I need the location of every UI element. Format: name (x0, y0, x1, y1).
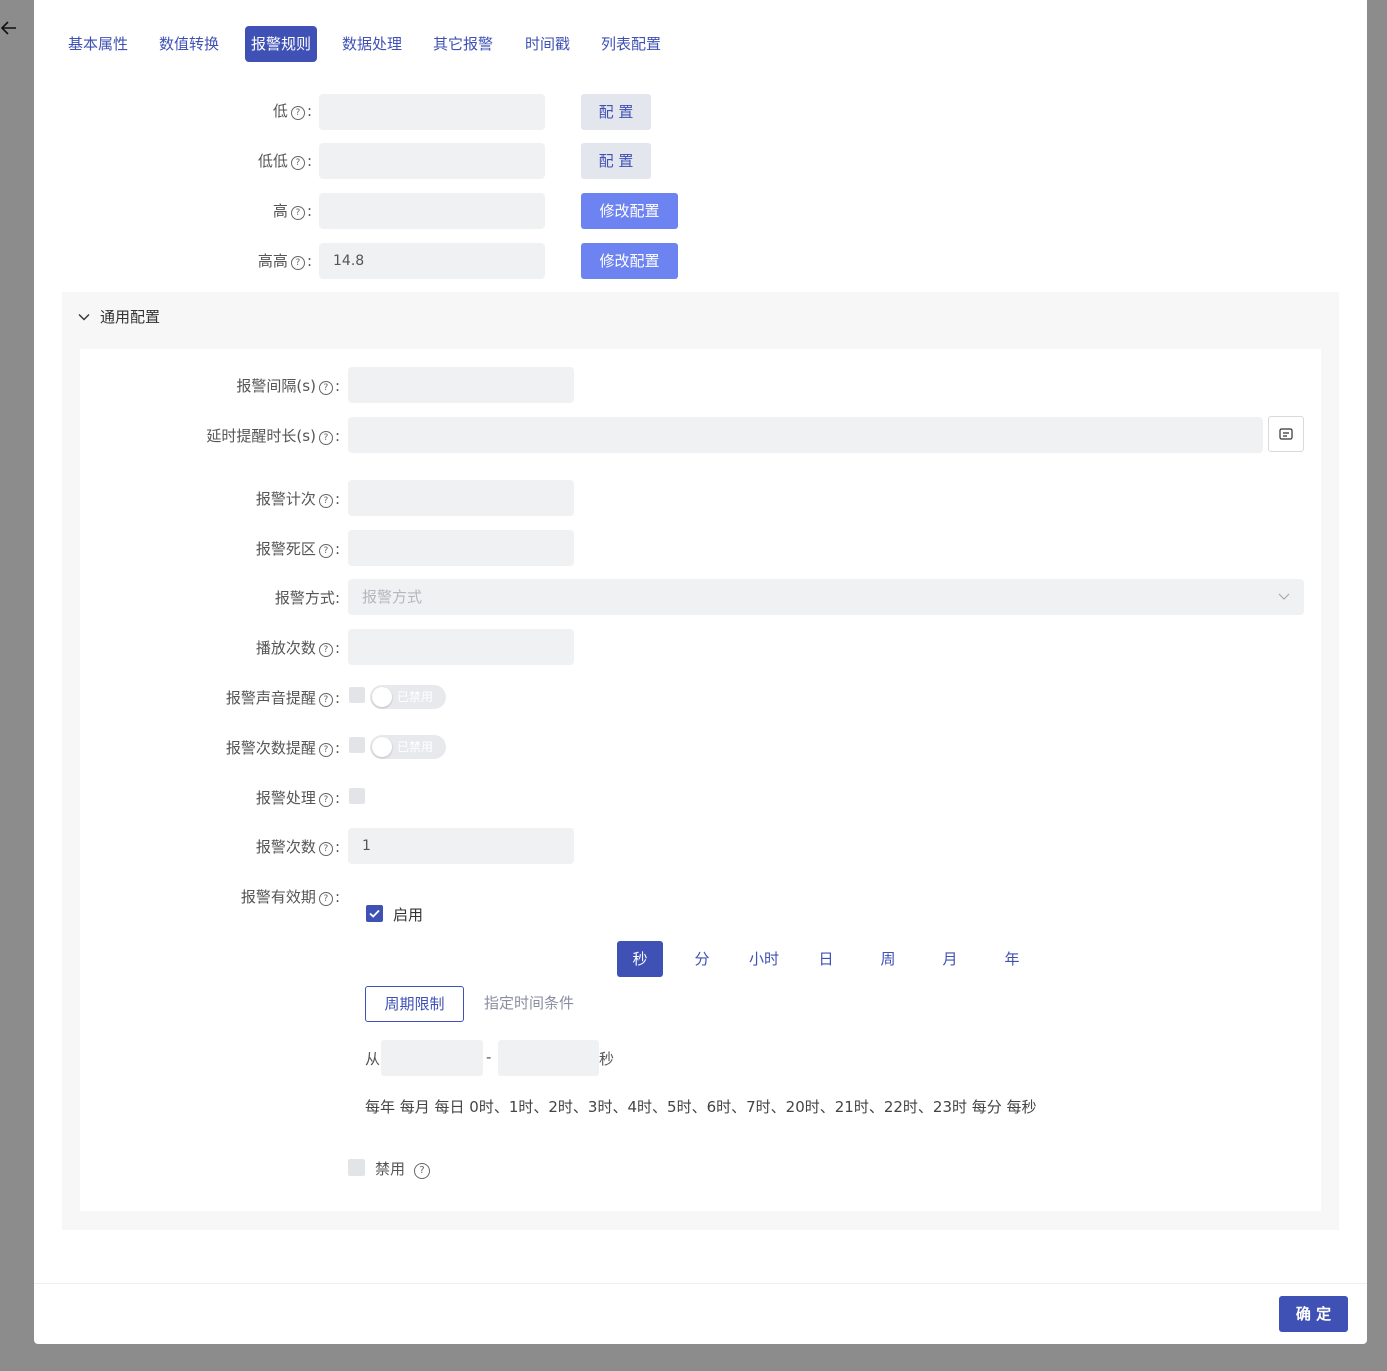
tab-alarm-rules[interactable]: 报警规则 (245, 26, 318, 62)
help-icon[interactable]: ? (318, 793, 333, 807)
threshold-lowlow-label: 低低?: (257, 152, 312, 170)
edit-icon (1279, 428, 1293, 440)
help-icon[interactable]: ? (318, 892, 333, 906)
times-remind-switch-text: 已禁用 (397, 740, 434, 754)
times-remind-checkbox[interactable] (349, 737, 365, 753)
back-arrow-icon[interactable] (0, 18, 20, 38)
alarm-handle-checkbox[interactable] (349, 788, 365, 804)
alarm-deadband-label: 报警死区?: (255, 540, 340, 558)
range-unit-label: 秒 (599, 1050, 615, 1068)
general-config-panel: 通用配置 报警间隔(s)?: 延时提醒时长(s)?: 报警计次?: 报警死区?:… (62, 292, 1339, 1230)
alarm-method-label: 报警方式: (274, 589, 340, 607)
range-from-label: 从 (365, 1050, 381, 1068)
tab-list-config[interactable]: 列表配置 (595, 26, 667, 62)
unit-selector: 秒 分 小时 日 周 月 年 (617, 941, 1057, 977)
help-icon[interactable]: ? (290, 256, 305, 270)
alarm-config-dialog: 基本属性 数值转换 报警规则 数据处理 其它报警 时间戳 列表配置 低?: 配 … (34, 0, 1367, 1344)
range-start-input[interactable] (381, 1040, 483, 1076)
tab-timestamp[interactable]: 时间戳 (519, 26, 576, 62)
threshold-highhigh-label: 高高?: (257, 252, 312, 270)
threshold-lowlow-config-button[interactable]: 配 置 (581, 143, 651, 179)
threshold-lowlow-input[interactable] (319, 143, 545, 179)
tab-other-alarms[interactable]: 其它报警 (427, 26, 499, 62)
unit-second[interactable]: 秒 (617, 941, 663, 977)
alarm-method-select[interactable]: 报警方式 (348, 579, 1304, 615)
chevron-down-icon (78, 314, 90, 321)
mode-time-condition-tab[interactable]: 指定时间条件 (474, 986, 584, 1022)
unit-hour[interactable]: 小时 (741, 941, 787, 977)
alarm-count-label: 报警计次?: (255, 490, 340, 508)
check-icon (369, 909, 380, 918)
threshold-low-label: 低?: (272, 102, 312, 120)
validity-label: 报警有效期?: (240, 888, 340, 906)
unit-month[interactable]: 月 (927, 941, 973, 977)
help-icon[interactable]: ? (318, 693, 333, 707)
validity-enable-checkbox[interactable] (366, 905, 383, 922)
chevron-down-icon (1278, 593, 1290, 600)
unit-week[interactable]: 周 (865, 941, 911, 977)
switch-knob (372, 687, 392, 707)
alarm-times-input[interactable]: 1 (348, 828, 574, 864)
range-end-input[interactable] (498, 1040, 599, 1076)
help-icon[interactable]: ? (318, 643, 333, 657)
play-times-input[interactable] (348, 629, 574, 665)
alarm-count-input[interactable] (348, 480, 574, 516)
validity-summary: 每年 每月 每日 0时、1时、2时、3时、4时、5时、6时、7时、20时、21时… (365, 1098, 1037, 1116)
help-icon[interactable]: ? (290, 206, 305, 220)
tab-basic-properties[interactable]: 基本属性 (62, 26, 134, 62)
general-config-body: 报警间隔(s)?: 延时提醒时长(s)?: 报警计次?: 报警死区?: 报警方式… (80, 349, 1321, 1211)
tab-value-conversion[interactable]: 数值转换 (153, 26, 225, 62)
alarm-handle-label: 报警处理?: (255, 789, 340, 807)
delay-remind-input[interactable] (348, 417, 1263, 453)
help-icon[interactable]: ? (318, 381, 333, 395)
times-remind-label: 报警次数提醒?: (225, 739, 340, 757)
delay-remind-edit-button[interactable] (1268, 416, 1304, 452)
mode-period-tab[interactable]: 周期限制 (365, 986, 464, 1022)
sound-remind-switch[interactable]: 已禁用 (370, 685, 446, 709)
alarm-deadband-input[interactable] (348, 530, 574, 566)
help-icon[interactable]: ? (318, 494, 333, 508)
unit-day[interactable]: 日 (803, 941, 849, 977)
threshold-high-label: 高?: (272, 202, 312, 220)
range-dash: - (486, 1048, 492, 1066)
help-icon[interactable]: ? (318, 431, 333, 445)
sound-remind-label: 报警声音提醒?: (225, 689, 340, 707)
alarm-method-placeholder: 报警方式 (362, 588, 423, 606)
disable-label: 禁用? (375, 1158, 432, 1179)
validity-enable-label: 启用 (393, 906, 424, 924)
sound-remind-switch-text: 已禁用 (397, 690, 434, 704)
play-times-label: 播放次数?: (255, 639, 340, 657)
alarm-interval-label: 报警间隔(s)?: (236, 377, 340, 395)
confirm-button[interactable]: 确 定 (1279, 1296, 1348, 1332)
help-icon[interactable]: ? (290, 106, 305, 120)
help-icon[interactable]: ? (318, 544, 333, 558)
general-config-header[interactable]: 通用配置 (78, 306, 160, 327)
unit-year[interactable]: 年 (989, 941, 1035, 977)
threshold-low-input[interactable] (319, 94, 545, 130)
alarm-interval-input[interactable] (348, 367, 574, 403)
switch-knob (372, 737, 392, 757)
times-remind-switch[interactable]: 已禁用 (370, 735, 446, 759)
help-icon[interactable]: ? (290, 156, 305, 170)
help-icon[interactable]: ? (318, 743, 333, 757)
alarm-times-label: 报警次数?: (255, 838, 340, 856)
general-config-title: 通用配置 (100, 308, 161, 326)
unit-minute[interactable]: 分 (679, 941, 725, 977)
threshold-high-input[interactable] (319, 193, 545, 229)
footer-divider (34, 1283, 1367, 1284)
threshold-highhigh-input[interactable]: 14.8 (319, 243, 545, 279)
disable-checkbox[interactable] (348, 1159, 365, 1176)
help-icon[interactable]: ? (414, 1163, 431, 1179)
threshold-high-modify-button[interactable]: 修改配置 (581, 193, 678, 229)
threshold-low-config-button[interactable]: 配 置 (581, 94, 651, 130)
delay-remind-label: 延时提醒时长(s)?: (206, 427, 340, 445)
tab-data-processing[interactable]: 数据处理 (336, 26, 408, 62)
threshold-highhigh-modify-button[interactable]: 修改配置 (581, 243, 678, 279)
help-icon[interactable]: ? (318, 842, 333, 856)
sound-remind-checkbox[interactable] (349, 687, 365, 703)
